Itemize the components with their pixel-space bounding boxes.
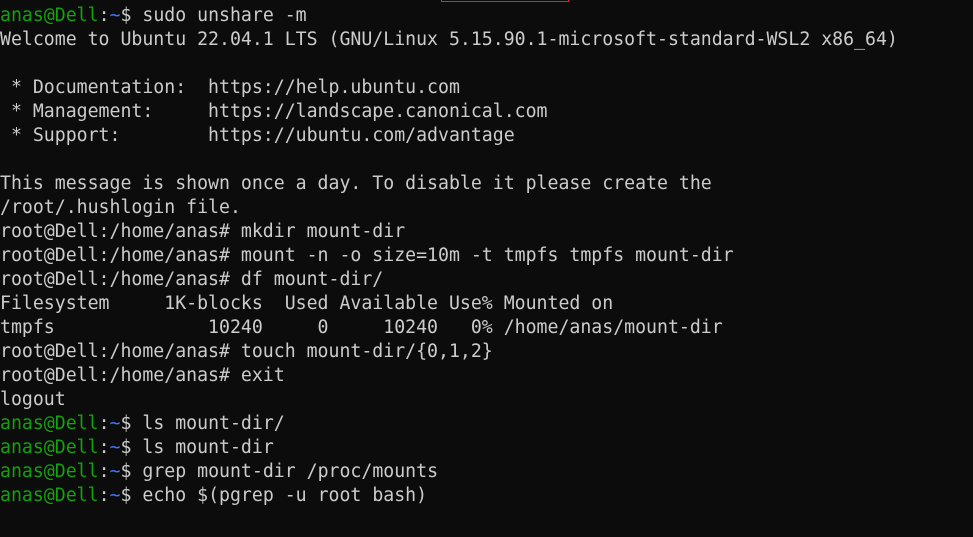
command-text: ls mount-dir/ xyxy=(142,413,285,434)
prompt-user: anas@Dell xyxy=(0,5,99,26)
output-text: root@Dell:/home/anas# exit xyxy=(0,365,285,386)
prompt-line: anas@Dell:~$ ls mount-dir/ xyxy=(0,412,973,436)
prompt-dollar: $ xyxy=(120,461,143,482)
output-text: tmpfs 10240 0 10240 0% /home/anas/mount-… xyxy=(0,317,723,338)
prompt-user: anas@Dell xyxy=(0,413,99,434)
prompt-path: ~ xyxy=(109,437,121,458)
command-text: ls mount-dir xyxy=(142,437,274,458)
prompt-dollar: $ xyxy=(120,413,143,434)
prompt-colon: : xyxy=(98,413,110,434)
output-line: root@Dell:/home/anas# exit xyxy=(0,364,973,388)
output-line: tmpfs 10240 0 10240 0% /home/anas/mount-… xyxy=(0,316,973,340)
prompt-line: anas@Dell:~$ ls mount-dir xyxy=(0,436,973,460)
output-line: logout xyxy=(0,388,973,412)
output-text: * Support: https://ubuntu.com/advantage xyxy=(0,125,515,146)
prompt-dollar: $ xyxy=(120,437,143,458)
output-text: root@Dell:/home/anas# df mount-dir/ xyxy=(0,269,384,290)
output-line: /root/.hushlogin file. xyxy=(0,196,973,220)
prompt-line: anas@Dell:~$ sudo unshare -m xyxy=(0,4,973,28)
prompt-colon: : xyxy=(98,437,110,458)
prompt-colon: : xyxy=(98,5,110,26)
output-line: This message is shown once a day. To dis… xyxy=(0,172,973,196)
output-line: root@Dell:/home/anas# mount -n -o size=1… xyxy=(0,244,973,268)
output-line: * Documentation: https://help.ubuntu.com xyxy=(0,76,973,100)
prompt-dollar: $ xyxy=(120,485,143,506)
prompt-colon: : xyxy=(98,485,110,506)
output-line: * Management: https://landscape.canonica… xyxy=(0,100,973,124)
output-text: Filesystem 1K-blocks Used Available Use%… xyxy=(0,293,614,314)
highlight-box-remnant xyxy=(441,0,569,2)
output-line: * Support: https://ubuntu.com/advantage xyxy=(0,124,973,148)
prompt-user: anas@Dell xyxy=(0,437,99,458)
command-text: sudo unshare -m xyxy=(142,5,307,26)
prompt-path: ~ xyxy=(109,5,121,26)
output-text: * Management: https://landscape.canonica… xyxy=(0,101,548,122)
prompt-path: ~ xyxy=(109,485,121,506)
output-text: * Documentation: https://help.ubuntu.com xyxy=(0,77,460,98)
output-line: root@Dell:/home/anas# df mount-dir/ xyxy=(0,268,973,292)
prompt-path: ~ xyxy=(109,461,121,482)
output-text: root@Dell:/home/anas# mount -n -o size=1… xyxy=(0,245,734,266)
prompt-colon: : xyxy=(98,461,110,482)
terminal-window[interactable]: anas@Dell:~$ sudo unshare -m Welcome to U… xyxy=(0,0,973,537)
prompt-path: ~ xyxy=(109,413,121,434)
output-line: root@Dell:/home/anas# touch mount-dir/{0… xyxy=(0,340,973,364)
output-text: This message is shown once a day. To dis… xyxy=(0,173,712,194)
output-line: Welcome to Ubuntu 22.04.1 LTS (GNU/Linux… xyxy=(0,28,973,52)
output-text: root@Dell:/home/anas# touch mount-dir/{0… xyxy=(0,341,493,362)
output-text: root@Dell:/home/anas# mkdir mount-dir xyxy=(0,221,406,242)
command-text: grep mount-dir /proc/mounts xyxy=(142,461,439,482)
output-text: Welcome to Ubuntu 22.04.1 LTS (GNU/Linux… xyxy=(0,29,898,50)
output-line: root@Dell:/home/anas# mkdir mount-dir xyxy=(0,220,973,244)
terminal-output: anas@Dell:~$ sudo unshare -m Welcome to U… xyxy=(0,4,973,508)
output-text: /root/.hushlogin file. xyxy=(0,197,241,218)
output-text: logout xyxy=(0,389,66,410)
prompt-dollar: $ xyxy=(120,5,143,26)
prompt-line: anas@Dell:~$ echo $(pgrep -u root bash) xyxy=(0,484,973,508)
prompt-user: anas@Dell xyxy=(0,485,99,506)
output-line: Filesystem 1K-blocks Used Available Use%… xyxy=(0,292,973,316)
prompt-user: anas@Dell xyxy=(0,461,99,482)
command-text: echo $(pgrep -u root bash) xyxy=(142,485,428,506)
prompt-line: anas@Dell:~$ grep mount-dir /proc/mounts xyxy=(0,460,973,484)
